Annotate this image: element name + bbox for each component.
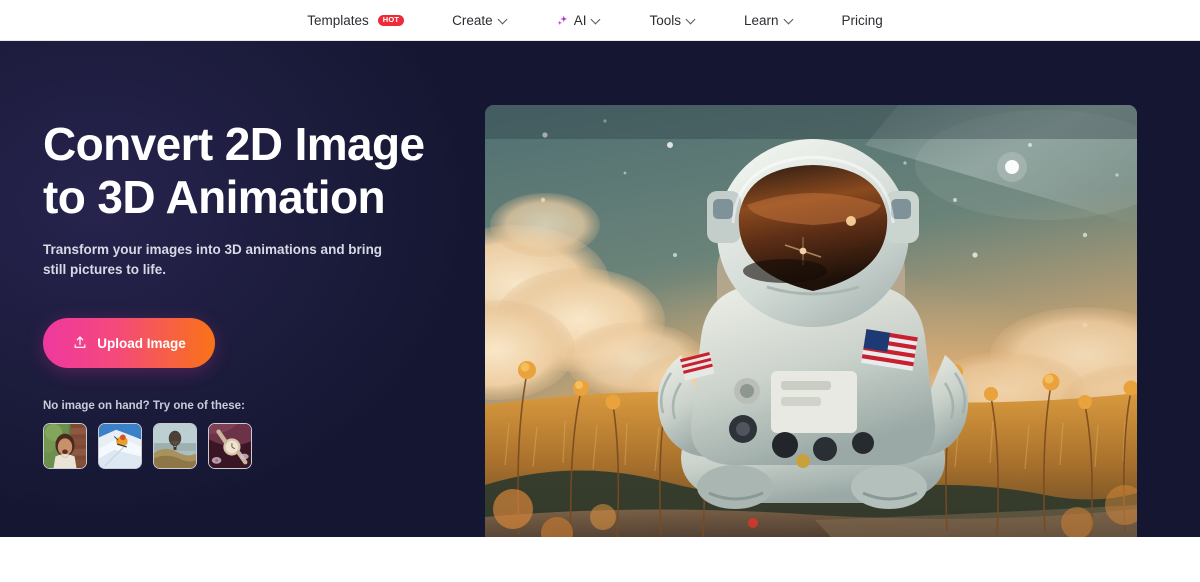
hero-subtitle: Transform your images into 3D animations… — [43, 242, 383, 277]
nav-item-label: Learn — [743, 12, 779, 28]
chevron-down-icon — [592, 16, 601, 25]
nav-item-create[interactable]: Create — [428, 0, 532, 40]
upload-icon — [74, 336, 86, 348]
headline-line-2: to 3D Animation — [43, 171, 386, 223]
sample-thumbnails — [43, 423, 463, 469]
skier-snow-thumbnail[interactable] — [98, 423, 142, 469]
sparkle-icon — [557, 15, 567, 25]
nav-item-label: Templates — [307, 12, 369, 28]
nav-item-learn[interactable]: Learn — [720, 0, 818, 40]
hero-section: Convert 2D Image to 3D Animation Transfo… — [0, 41, 1200, 537]
nav-item-tools[interactable]: Tools — [625, 0, 720, 40]
nav-items: Templates HOT Create AI Tools Learn Pric… — [293, 0, 907, 40]
upload-button-label: Upload Image — [97, 335, 186, 351]
page-footer-area — [0, 537, 1200, 582]
chevron-down-icon — [499, 16, 508, 25]
chevron-down-icon — [785, 16, 794, 25]
headline-line-1: Convert 2D Image — [43, 118, 425, 170]
hot-badge: HOT — [377, 14, 405, 26]
wristwatch-thumbnail[interactable] — [208, 423, 252, 469]
page-title: Convert 2D Image to 3D Animation — [43, 118, 463, 224]
hot-air-balloon-thumbnail[interactable] — [153, 423, 197, 469]
main-navigation: Templates HOT Create AI Tools Learn Pric… — [0, 0, 1200, 41]
upload-image-button[interactable]: Upload Image — [43, 318, 215, 368]
nav-item-label: AI — [573, 12, 587, 28]
nav-item-pricing[interactable]: Pricing — [818, 0, 907, 40]
chevron-down-icon — [687, 16, 696, 25]
hero-copy-block: Convert 2D Image to 3D Animation Transfo… — [43, 118, 463, 469]
astronaut-hero-image — [485, 105, 1137, 537]
woman-laughing-thumbnail[interactable] — [43, 423, 87, 469]
nav-item-label: Pricing — [841, 12, 883, 28]
nav-item-label: Tools — [649, 12, 681, 28]
page-root: Templates HOT Create AI Tools Learn Pric… — [0, 0, 1200, 582]
nav-item-templates[interactable]: Templates HOT — [293, 0, 428, 40]
samples-label: No image on hand? Try one of these: — [43, 400, 245, 412]
nav-item-label: Create — [452, 12, 493, 28]
nav-item-ai[interactable]: AI — [532, 0, 626, 40]
